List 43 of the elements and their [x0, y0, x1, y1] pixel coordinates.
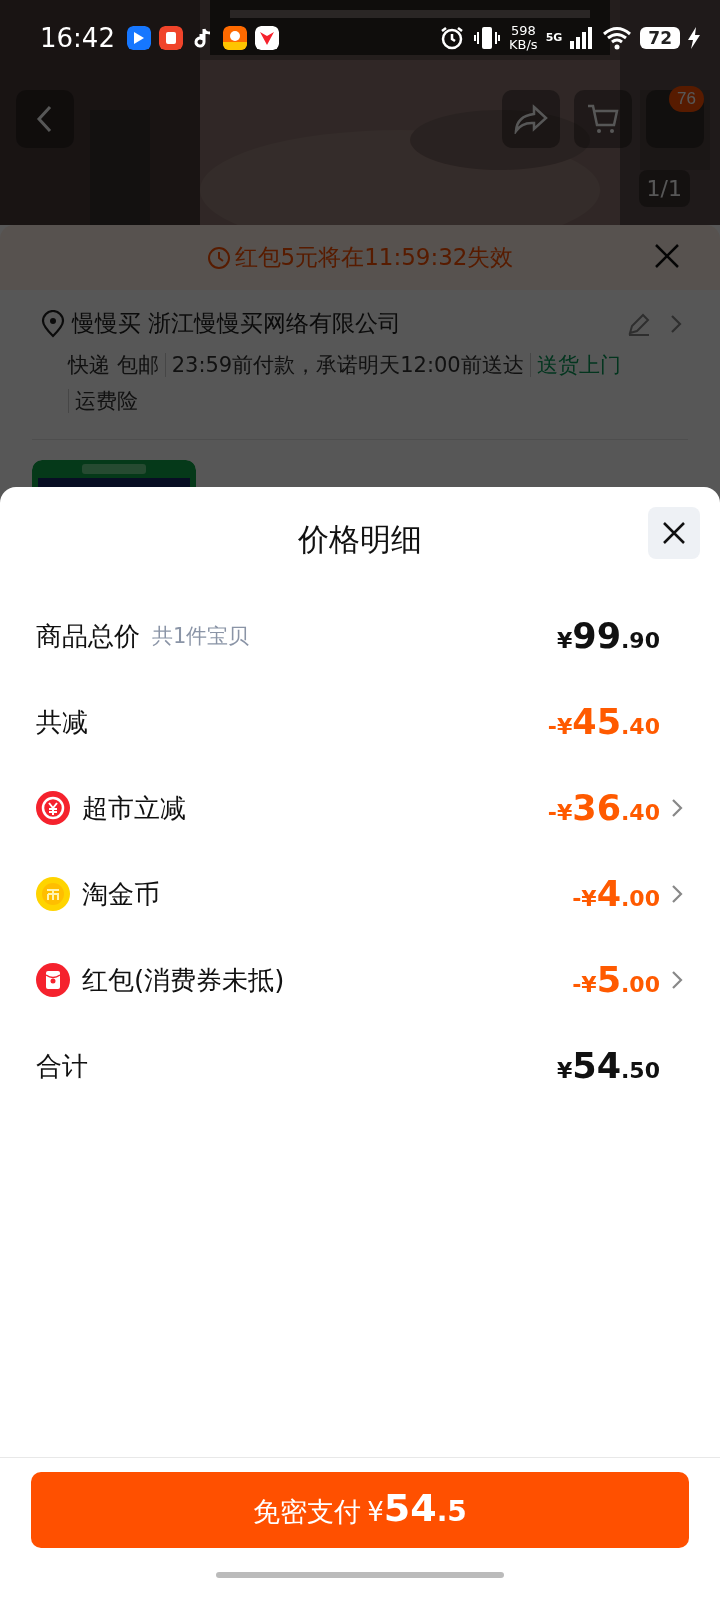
wifi-icon: [602, 25, 633, 50]
chevron-right-icon[interactable]: [670, 797, 684, 819]
share-icon: [514, 104, 548, 134]
chevron-right-icon[interactable]: [670, 969, 684, 991]
delivery-info: 送货上门: [529, 353, 627, 377]
sheet-title: 价格明细: [298, 520, 422, 559]
close-icon: [654, 243, 680, 269]
delivery-info: 运费险: [68, 389, 144, 413]
price-amount: -¥5.00: [572, 960, 660, 1000]
address-text: 慢慢买 浙江慢慢买网络有限公司: [72, 309, 403, 338]
delivery-info: 快递 包邮: [68, 353, 160, 377]
clock-icon: [206, 245, 231, 270]
close-icon: [661, 520, 687, 546]
battery-level: 72: [640, 26, 680, 49]
chevron-right-icon[interactable]: [670, 883, 684, 905]
price-label: 超市立减: [82, 791, 186, 825]
price-label: 红包(消费券未抵): [82, 963, 285, 997]
price-amount: -¥45.40: [547, 702, 660, 742]
location-pin-icon: [40, 309, 66, 338]
price-label: 合计: [36, 1049, 88, 1083]
speed-unit: KB/s: [509, 37, 538, 52]
pay-button[interactable]: 免密支付 ¥54.5: [31, 1472, 689, 1548]
price-label: 淘金币: [82, 877, 160, 911]
signal-icon: [570, 26, 595, 49]
delivery-info: 23:59前付款，承诺明天12:00前送达: [164, 353, 530, 377]
close-button[interactable]: [648, 507, 700, 559]
cart-icon: [586, 103, 620, 135]
network-type: 5G: [545, 31, 563, 44]
expiry-notice: 红包5元将在11:59:32失效: [234, 243, 514, 272]
clock-time: 16:42: [40, 22, 115, 53]
price-amount: -¥36.40: [547, 788, 660, 828]
vibrate-icon: [473, 24, 502, 51]
item-count: 共1件宝贝: [152, 623, 250, 650]
price-label: 共减: [36, 705, 88, 739]
price-amount: ¥99.90: [557, 616, 660, 656]
network-speed: 598: [510, 23, 536, 38]
charging-icon: [688, 26, 700, 49]
envelope-icon: [36, 963, 70, 997]
coupon-icon: [36, 791, 70, 825]
price-amount: -¥4.00: [572, 874, 660, 914]
price-amount: ¥54.50: [557, 1046, 660, 1086]
price-label: 商品总价: [36, 619, 140, 653]
coin-icon: [36, 877, 70, 911]
